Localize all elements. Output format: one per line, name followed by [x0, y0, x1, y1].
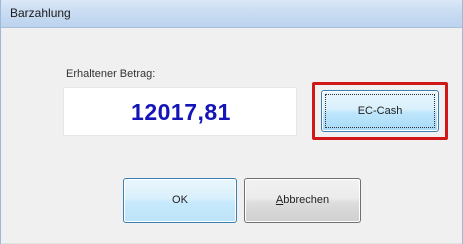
dialog-body: Erhaltener Betrag: 12017,81 EC-Cash OK A…: [1, 28, 462, 244]
cancel-button-label: bbrechen: [283, 194, 330, 206]
ok-button[interactable]: OK: [123, 178, 237, 223]
window-title: Barzahlung: [10, 6, 71, 20]
amount-received-value: 12017,81: [131, 99, 231, 125]
cash-payment-dialog: Barzahlung Erhaltener Betrag: 12017,81 E…: [0, 0, 463, 244]
ec-cash-button[interactable]: EC-Cash: [321, 90, 439, 132]
ec-cash-button-label: EC-Cash: [357, 105, 403, 117]
ok-button-label: OK: [172, 194, 188, 206]
cancel-button[interactable]: Abbrechen: [244, 178, 361, 223]
amount-received-label: Erhaltener Betrag:: [66, 68, 156, 80]
title-bar[interactable]: Barzahlung: [1, 0, 462, 28]
amount-display: 12017,81: [63, 87, 297, 136]
